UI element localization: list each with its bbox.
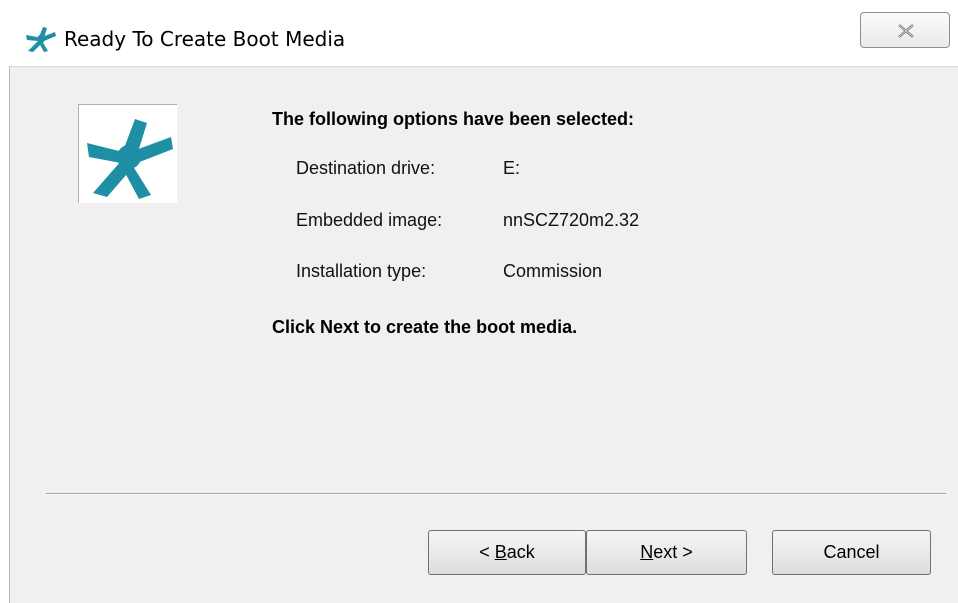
embedded-image-label: Embedded image: [296,210,443,230]
instruction-text: Click Next to create the boot media. [272,317,578,337]
dialog-window: Ready To Create Boot Media The following… [0,0,958,603]
wizard-logo [78,104,177,203]
divider [46,493,946,495]
back-button-prefix: < [479,542,495,562]
window-title: Ready To Create Boot Media [64,27,346,51]
next-button-accel: N [640,542,654,562]
asterisk-logo-icon [87,119,173,199]
installation-type-label: Installation type: [296,261,427,281]
next-button[interactable]: Next > [586,530,747,575]
cancel-button-label: Cancel [823,542,880,562]
back-button-rest: ack [506,542,535,562]
back-button[interactable]: < Back [428,530,586,575]
destination-drive-value: E: [503,158,521,178]
dialog-body: The following options have been selected… [9,66,958,603]
title-bar[interactable]: Ready To Create Boot Media [0,0,958,66]
cancel-button[interactable]: Cancel [772,530,931,575]
destination-drive-label: Destination drive: [296,158,436,178]
next-button-rest: ext > [653,542,693,562]
back-button-accel: B [494,542,507,562]
summary-heading: The following options have been selected… [272,109,635,129]
close-x-icon [898,24,914,38]
embedded-image-value: nnSCZ720m2.32 [503,210,640,230]
close-button[interactable] [860,12,950,48]
asterisk-logo-icon [24,26,58,52]
installation-type-value: Commission [503,261,603,281]
